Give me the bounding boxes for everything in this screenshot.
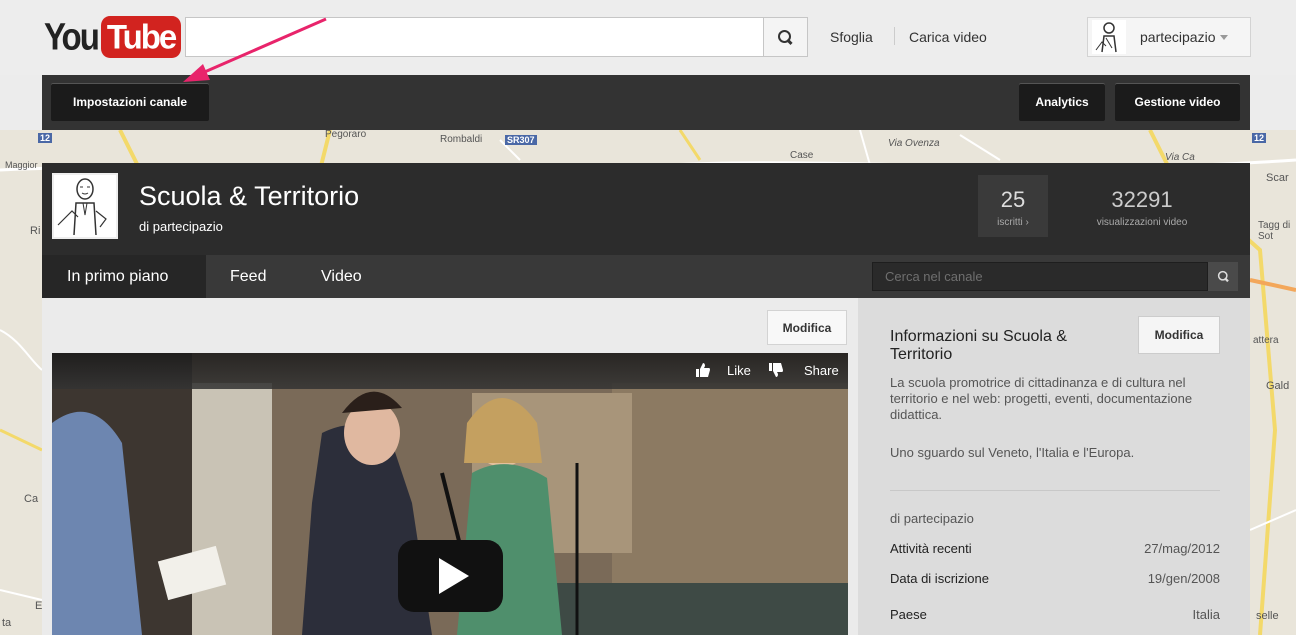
channel-admin-bar: Impostazioni canale Analytics Gestione v…: [42, 75, 1250, 130]
map-label: ta: [2, 617, 12, 629]
account-menu-button[interactable]: partecipazio: [1087, 17, 1251, 57]
masthead: You Tube Sfoglia Carica video partecipaz…: [0, 0, 1296, 75]
map-label: Ri: [30, 225, 41, 237]
map-label: Case: [790, 150, 814, 161]
subscribers-count: 25: [1000, 187, 1026, 212]
map-label: selle: [1256, 610, 1279, 622]
about-row: Data di iscrizione 19/gen/2008: [890, 571, 1220, 586]
divider: [890, 490, 1220, 491]
about-owner[interactable]: di partecipazio: [890, 511, 974, 526]
channel-settings-button[interactable]: Impostazioni canale: [51, 83, 209, 121]
map-road-shield: 12: [38, 133, 53, 143]
about-sidebar: Informazioni su Scuola & Territorio Modi…: [858, 298, 1250, 635]
subscribers-stat[interactable]: 25 iscritti ›: [978, 175, 1048, 237]
about-row: Paese Italia: [890, 607, 1220, 622]
views-label: visualizzazioni video: [1096, 217, 1188, 228]
thumbs-down-icon[interactable]: [768, 362, 784, 378]
user-avatar: [1092, 20, 1126, 54]
subscribers-label: iscritti ›: [997, 217, 1029, 228]
channel-search-button[interactable]: [1208, 262, 1238, 291]
map-label: Ca: [24, 493, 39, 505]
channel-title: Scuola & Territorio: [139, 181, 360, 211]
map-label: Pegorarо: [325, 130, 367, 140]
logo-you-text: You: [44, 15, 100, 58]
about-row-label: Paese: [890, 607, 927, 622]
channel-search-input[interactable]: Cerca nel canale: [872, 262, 1208, 291]
channel-header: Scuola & Territorio di partecipazio 25 i…: [42, 163, 1250, 255]
map-label: Tagg di Sot: [1258, 220, 1291, 242]
tab-videos[interactable]: Video: [321, 255, 362, 298]
search-icon: [1217, 270, 1228, 282]
youtube-logo[interactable]: You Tube: [44, 15, 182, 58]
play-button[interactable]: [398, 540, 503, 612]
like-label[interactable]: Like: [727, 363, 751, 378]
about-row-label: Data di iscrizione: [890, 571, 989, 586]
about-description: La scuola promotrice di cittadinanza e d…: [890, 375, 1193, 422]
about-row-value: 19/gen/2008: [1147, 571, 1220, 586]
map-road-shield: SR307: [505, 135, 537, 145]
about-title: Informazioni su Scuola & Territorio: [890, 328, 1067, 363]
map-label: Maggior: [5, 160, 38, 170]
map-label: attera: [1253, 335, 1279, 346]
chevron-down-icon: [1219, 34, 1228, 40]
play-icon: [438, 558, 469, 594]
views-count: 32291: [1111, 187, 1173, 212]
channel-body: Modifica Like Share Informazioni su Scuo…: [42, 298, 1250, 635]
thumbs-up-icon[interactable]: [695, 362, 711, 378]
analytics-button[interactable]: Analytics: [1019, 83, 1105, 121]
nav-divider: [894, 27, 895, 45]
map-label: Gald: [1266, 380, 1290, 392]
about-row-value: Italia: [1192, 607, 1220, 622]
username-label: partecipazio: [1140, 29, 1216, 45]
search-icon: [778, 29, 793, 45]
edit-featured-button[interactable]: Modifica: [767, 310, 847, 345]
edit-about-button[interactable]: Modifica: [1138, 316, 1220, 354]
about-row-value: 27/mag/2012: [1144, 541, 1220, 556]
channel-owner[interactable]: di partecipazio: [139, 219, 223, 234]
map-label: Via Ca: [1165, 152, 1195, 163]
map-label: Via Ovenza: [888, 138, 940, 149]
featured-video-player[interactable]: Like Share: [52, 353, 848, 635]
search-button[interactable]: [763, 17, 808, 57]
map-label: Rombaldi: [440, 134, 483, 145]
upload-link[interactable]: Carica video: [909, 29, 987, 45]
about-row-label: Attività recenti: [890, 541, 972, 556]
channel-avatar[interactable]: [52, 173, 118, 239]
about-row: Attività recenti 27/mag/2012: [890, 541, 1220, 556]
browse-link[interactable]: Sfoglia: [830, 29, 873, 45]
tab-featured[interactable]: In primo piano: [42, 255, 206, 298]
map-road-shield: 12: [1252, 133, 1267, 143]
logo-tube-text: Tube: [100, 16, 182, 58]
channel-tabs: In primo piano Feed Video Cerca nel cana…: [42, 255, 1250, 298]
search-input[interactable]: [185, 17, 763, 57]
video-manager-button[interactable]: Gestione video: [1115, 83, 1240, 121]
about-description-secondary: Uno sguardo sul Veneto, l'Italia e l'Eur…: [890, 445, 1135, 460]
share-label[interactable]: Share: [804, 363, 839, 378]
map-label: Scar: [1266, 172, 1289, 184]
tab-feed[interactable]: Feed: [230, 255, 266, 298]
channel-panel: Scuola & Territorio di partecipazio 25 i…: [42, 163, 1250, 635]
